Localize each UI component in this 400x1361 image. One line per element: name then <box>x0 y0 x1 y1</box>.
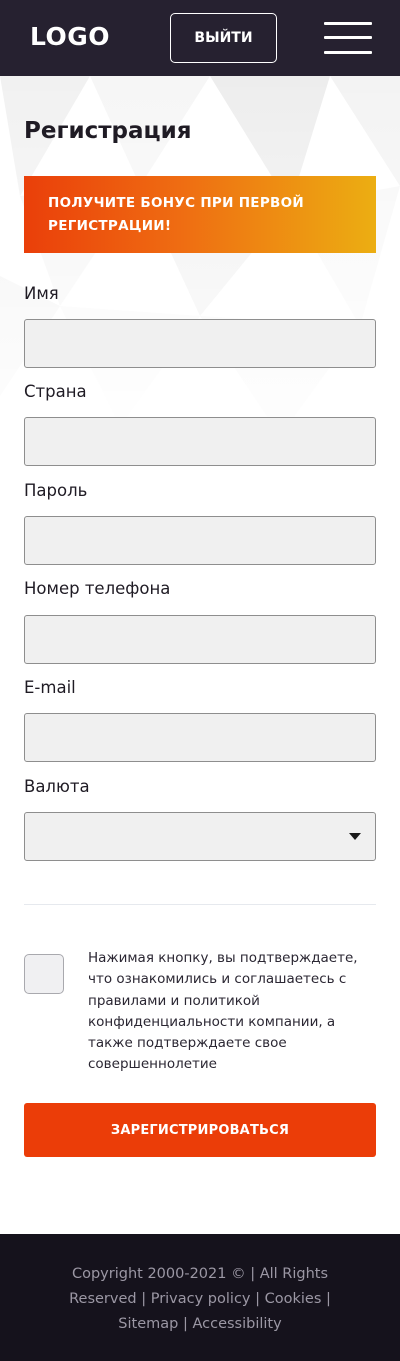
phone-input[interactable] <box>24 615 376 664</box>
logout-button[interactable]: ВЫЙТИ <box>170 13 277 63</box>
dropdown-arrow-icon[interactable] <box>349 833 361 840</box>
bonus-banner-text: ПОЛУЧИТЕ БОНУС ПРИ ПЕРВОЙ РЕГИСТРАЦИИ! <box>48 195 304 234</box>
privacy-policy-link[interactable]: Privacy policy <box>151 1291 251 1307</box>
country-label: Страна <box>24 382 87 401</box>
email-label: E-mail <box>24 678 76 697</box>
menu-line <box>324 22 372 25</box>
footer-separator: | <box>255 1291 260 1307</box>
bonus-banner: ПОЛУЧИТЕ БОНУС ПРИ ПЕРВОЙ РЕГИСТРАЦИИ! <box>24 176 376 253</box>
password-input[interactable] <box>24 516 376 565</box>
cookies-link[interactable]: Cookies <box>265 1291 322 1307</box>
password-label: Пароль <box>24 481 88 500</box>
page-title: Регистрация <box>24 118 192 144</box>
phone-label: Номер телефона <box>24 579 171 598</box>
sitemap-link[interactable]: Sitemap <box>118 1316 178 1332</box>
divider <box>24 904 376 905</box>
footer-separator: | <box>326 1291 331 1307</box>
site-header: LOGO ВЫЙТИ <box>0 0 400 76</box>
name-input[interactable] <box>24 319 376 368</box>
footer-separator: | <box>182 1316 188 1332</box>
agreement-checkbox[interactable] <box>24 954 64 994</box>
site-footer: Copyright 2000-2021 © | All Rights Reser… <box>0 1234 400 1361</box>
name-label: Имя <box>24 284 59 303</box>
currency-select[interactable] <box>24 812 376 861</box>
footer-text: Copyright 2000-2021 © | All Rights Reser… <box>50 1262 350 1337</box>
country-input[interactable] <box>24 417 376 466</box>
hamburger-menu-icon[interactable] <box>324 20 372 55</box>
menu-line <box>324 36 372 39</box>
logo[interactable]: LOGO <box>30 22 110 52</box>
email-input[interactable] <box>24 713 376 762</box>
menu-line <box>324 51 372 54</box>
register-button[interactable]: ЗАРЕГИСТРИРОВАТЬСЯ <box>24 1103 376 1157</box>
currency-label: Валюта <box>24 777 90 796</box>
agreement-text: Нажимая кнопку, вы подтверждаете, что оз… <box>88 950 358 1073</box>
footer-separator: | <box>141 1291 147 1307</box>
accessibility-link[interactable]: Accessibility <box>192 1316 281 1332</box>
